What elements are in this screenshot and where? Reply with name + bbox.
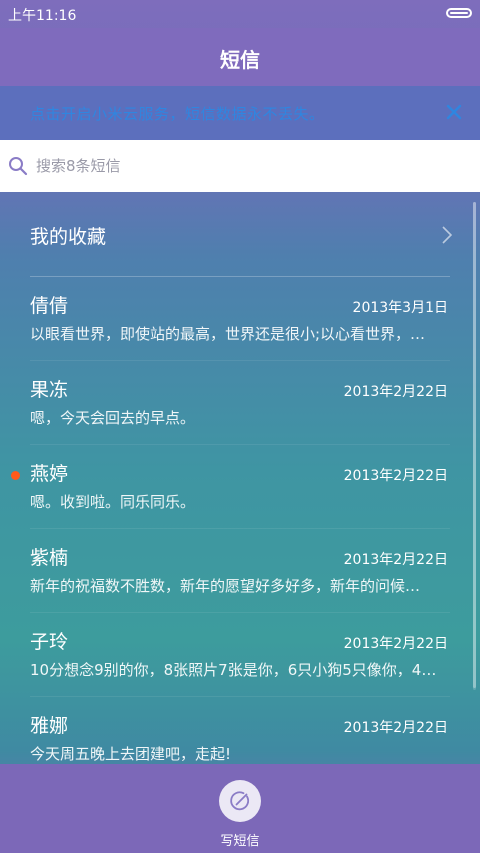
search-icon bbox=[9, 157, 28, 176]
conversation-list[interactable]: 我的收藏 倩倩 2013年3月1日 以眼看世界，即使站的最高，世界还是很小;以心… bbox=[0, 192, 480, 762]
message-date: 2013年2月22日 bbox=[343, 552, 448, 568]
favorites-label: 我的收藏 bbox=[30, 226, 107, 248]
chevron-right-icon bbox=[442, 226, 452, 244]
cloud-service-banner[interactable]: 点击开启小米云服务，短信数据永不丢失。 bbox=[0, 86, 480, 140]
message-date: 2013年2月22日 bbox=[343, 720, 448, 736]
contact-name: 子玲 bbox=[30, 631, 69, 653]
conversation-item[interactable]: 紫楠 2013年2月22日 新年的祝福数不胜数，新年的愿望好多好多，新年的问候… bbox=[0, 529, 480, 613]
compose-button[interactable] bbox=[219, 780, 261, 822]
contact-name: 果冻 bbox=[30, 379, 69, 401]
contact-name: 燕婷 bbox=[30, 463, 69, 485]
contact-name: 紫楠 bbox=[30, 547, 69, 569]
message-date: 2013年2月22日 bbox=[343, 468, 448, 484]
battery-icon bbox=[446, 8, 472, 18]
cloud-banner-text[interactable]: 点击开启小米云服务，短信数据永不丢失。 bbox=[30, 103, 325, 124]
message-date: 2013年3月1日 bbox=[352, 300, 448, 316]
contact-name: 雅娜 bbox=[30, 715, 69, 737]
message-preview: 10分想念9别的你，8张照片7张是你，6只小狗5只像你，4… bbox=[30, 661, 437, 679]
message-preview: 今天周五晚上去团建吧，走起! bbox=[30, 745, 232, 762]
search-bar[interactable] bbox=[0, 140, 480, 192]
title-bar: 短信 bbox=[0, 28, 480, 86]
compose-label[interactable]: 写短信 bbox=[0, 830, 480, 849]
unread-dot-icon bbox=[11, 471, 20, 480]
status-time: 上午11:16 bbox=[8, 8, 77, 24]
conversation-item[interactable]: 倩倩 2013年3月1日 以眼看世界，即使站的最高，世界还是很小;以心看世界，… bbox=[0, 277, 480, 361]
scrollbar-thumb[interactable] bbox=[473, 202, 476, 688]
message-preview: 新年的祝福数不胜数，新年的愿望好多好多，新年的问候… bbox=[30, 577, 421, 595]
conversation-item[interactable]: 子玲 2013年2月22日 10分想念9别的你，8张照片7张是你，6只小狗5只像… bbox=[0, 613, 480, 697]
message-preview: 嗯，今天会回去的早点。 bbox=[30, 409, 196, 427]
message-date: 2013年2月22日 bbox=[343, 384, 448, 400]
close-icon[interactable] bbox=[442, 100, 466, 124]
message-preview: 嗯。收到啦。同乐同乐。 bbox=[30, 493, 196, 511]
status-bar: 上午11:16 bbox=[0, 0, 480, 28]
message-preview: 以眼看世界，即使站的最高，世界还是很小;以心看世界，… bbox=[30, 325, 426, 343]
conversation-item[interactable]: 果冻 2013年2月22日 嗯，今天会回去的早点。 bbox=[0, 361, 480, 445]
contact-name: 倩倩 bbox=[30, 295, 69, 317]
conversation-item[interactable]: 雅娜 2013年2月22日 今天周五晚上去团建吧，走起! bbox=[0, 697, 480, 762]
search-input[interactable] bbox=[36, 140, 456, 192]
message-date: 2013年2月22日 bbox=[343, 636, 448, 652]
bottom-bar: 写短信 bbox=[0, 764, 480, 853]
scrollbar[interactable] bbox=[473, 202, 476, 690]
conversation-item[interactable]: 燕婷 2013年2月22日 嗯。收到啦。同乐同乐。 bbox=[0, 445, 480, 529]
compose-icon bbox=[230, 791, 250, 811]
favorites-row[interactable]: 我的收藏 bbox=[0, 192, 480, 277]
page-title: 短信 bbox=[220, 48, 260, 72]
